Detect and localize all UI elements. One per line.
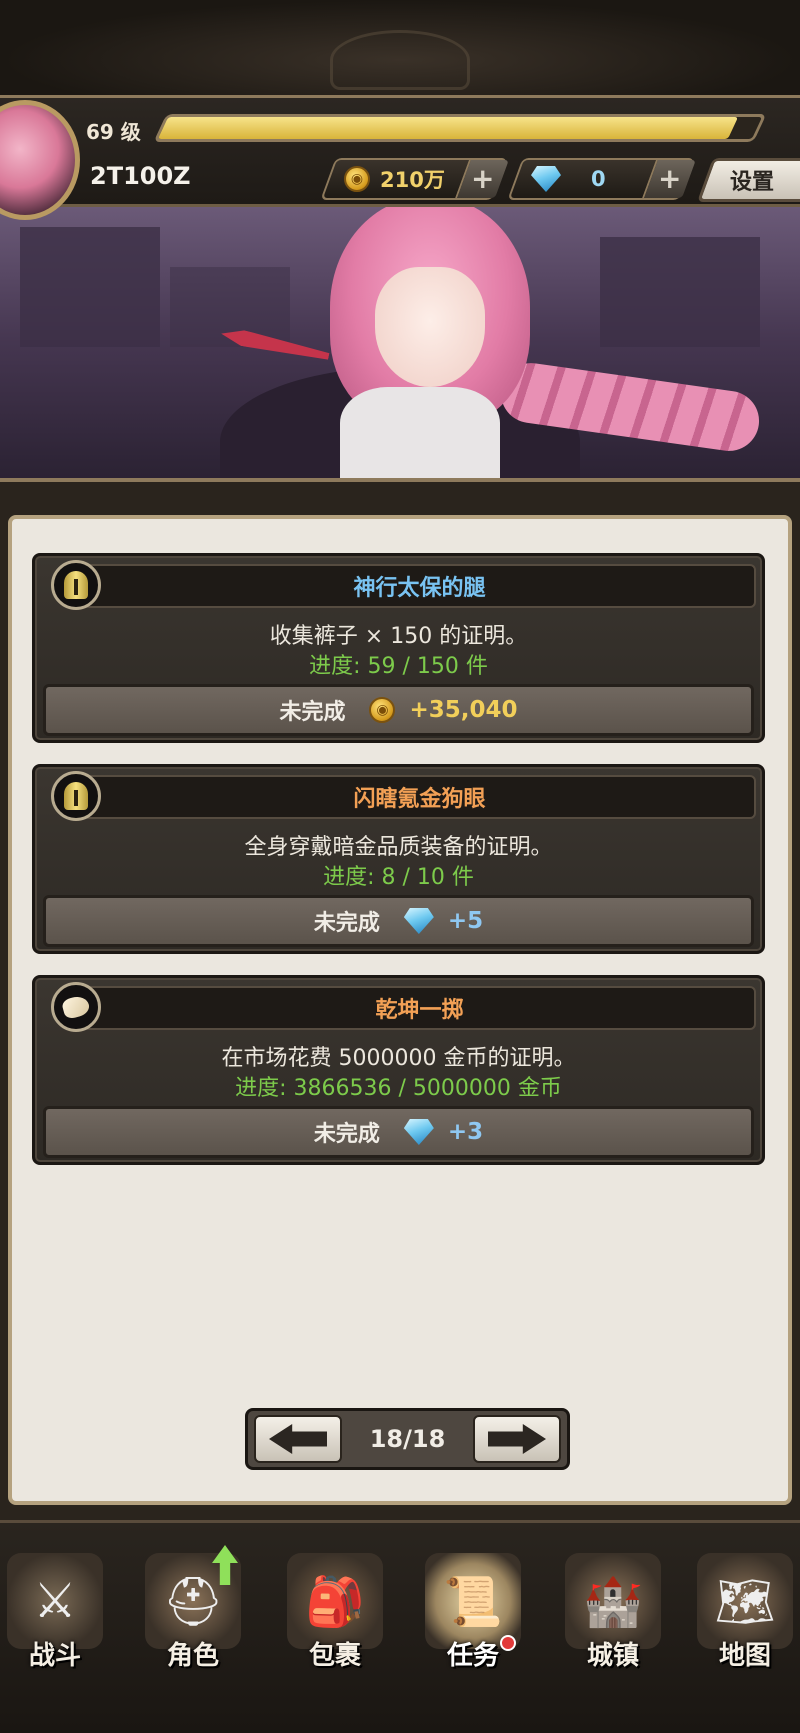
arrow-left-icon [269, 1424, 327, 1454]
gold-coin-icon: ◉ [369, 697, 396, 723]
arrow-right-icon [488, 1424, 546, 1454]
quest-title-bar: 闪瞎氪金狗眼 [83, 775, 756, 819]
quest-title-bar: 乾坤一掷 [83, 986, 756, 1030]
ornament-filigree [330, 30, 470, 90]
quest-description: 在市场花费 5000000 金币的证明。 [221, 1046, 576, 1071]
quest-card: 闪瞎氪金狗眼 全身穿戴暗金品质装备的证明。 进度: 8 / 10 件 未完成 +… [32, 764, 765, 954]
pagination: 18/18 [245, 1408, 570, 1470]
quest-reward-amount: +35,040 [409, 697, 518, 723]
diamond-icon [403, 908, 434, 934]
quest-title: 闪瞎氪金狗眼 [353, 787, 486, 812]
nav-town[interactable]: 🏰 城镇 [548, 1553, 678, 1703]
hero-shirt [340, 387, 500, 478]
quest-status: 未完成 [279, 700, 346, 725]
top-ornament [0, 0, 800, 100]
quest-card: 乾坤一掷 在市场花费 5000000 金币的证明。 进度: 3866536 / … [32, 975, 765, 1165]
quest-status: 未完成 [313, 911, 380, 936]
golden-helmet-icon [51, 560, 101, 610]
quest-reward-amount: +5 [447, 908, 484, 934]
quest-title: 神行太保的腿 [353, 576, 486, 601]
next-page-button[interactable] [473, 1415, 561, 1463]
quest-description: 全身穿戴暗金品质装备的证明。 [244, 835, 553, 860]
quest-reward-bar[interactable]: 未完成 +3 [43, 1106, 754, 1158]
nav-character[interactable]: ⛑ 角色 [128, 1545, 258, 1703]
quest-description: 收集裤子 × 150 的证明。 [269, 624, 528, 649]
quest-card: 神行太保的腿 收集裤子 × 150 的证明。 进度: 59 / 150 件 未完… [32, 553, 765, 743]
gem-currency: 0 + [507, 158, 696, 200]
notification-dot [500, 1635, 516, 1651]
quest-progress: 进度: 3866536 / 5000000 金币 [235, 1076, 562, 1101]
quest-reward-bar[interactable]: 未完成 +5 [43, 895, 754, 947]
xp-bar-fill [157, 117, 739, 139]
stone-icon [51, 982, 101, 1032]
quest-progress: 进度: 59 / 150 件 [309, 654, 488, 679]
hero-face [375, 267, 485, 387]
diamond-icon [531, 166, 561, 192]
gold-coin-icon: ◉ [344, 166, 370, 192]
quest-reward-amount: +3 [447, 1119, 484, 1145]
nav-battle[interactable]: ⚔ 战斗 [0, 1553, 120, 1703]
bottom-nav: ⚔ 战斗 ⛑ 角色 🎒 包裹 📜 任务 🏰 城镇 🗺 地图 [0, 1520, 800, 1733]
gold-amount: 210万 [380, 168, 445, 192]
hero-banner [0, 207, 800, 482]
nav-inventory[interactable]: 🎒 包裹 [270, 1553, 400, 1703]
quest-title: 乾坤一掷 [375, 998, 464, 1023]
xp-bar [153, 114, 767, 142]
prev-page-button[interactable] [254, 1415, 342, 1463]
settings-button[interactable]: 设置 [696, 158, 800, 202]
nav-map[interactable]: 🗺 地图 [680, 1553, 800, 1703]
gem-amount: 0 [591, 167, 606, 191]
gold-currency: ◉ 210万 + [320, 158, 509, 200]
quest-status: 未完成 [313, 1122, 380, 1147]
player-name: 2T100Z [90, 162, 191, 190]
quest-title-bar: 神行太保的腿 [83, 564, 756, 608]
diamond-icon [403, 1119, 434, 1145]
quest-reward-bar[interactable]: 未完成 ◉ +35,040 [43, 684, 754, 736]
player-level: 69 级 [86, 120, 141, 144]
nav-quests[interactable]: 📜 任务 [408, 1553, 538, 1703]
quest-progress: 进度: 8 / 10 件 [323, 865, 474, 890]
golden-helmet-icon [51, 771, 101, 821]
